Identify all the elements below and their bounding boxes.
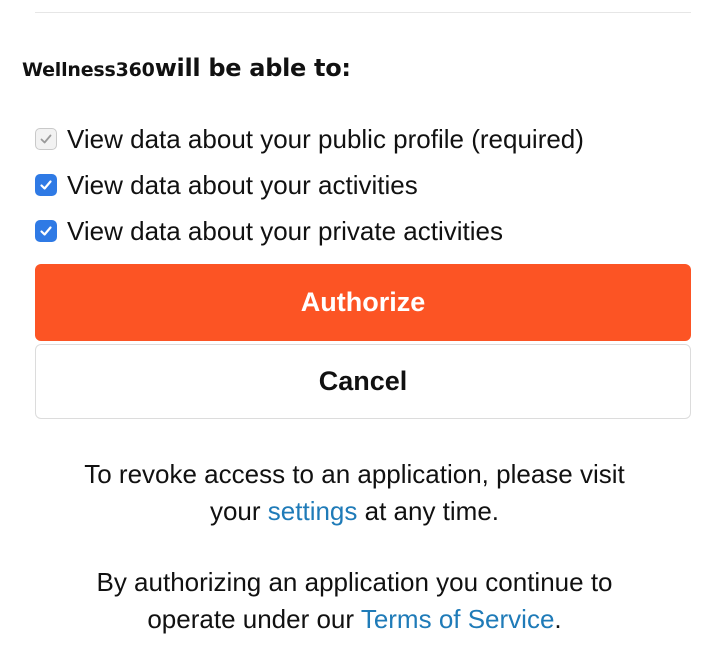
permission-item-activities[interactable]: View data about your activities (35, 162, 695, 208)
app-name: Wellness360 (22, 59, 155, 81)
permission-label: View data about your private activities (67, 216, 503, 246)
permission-item-private-activities[interactable]: View data about your private activities (35, 208, 695, 254)
permission-checkbox-activities[interactable] (35, 174, 57, 196)
checkmark-icon (40, 134, 52, 144)
checkmark-icon (40, 226, 52, 236)
revoke-access-note: To revoke access to an application, plea… (0, 456, 709, 530)
permission-checkbox-private-activities[interactable] (35, 220, 57, 242)
terms-note-text-before: operate under our (147, 604, 361, 634)
permission-list: View data about your public profile (req… (35, 116, 695, 254)
permission-label: View data about your public profile (req… (67, 124, 584, 154)
checkmark-icon (40, 180, 52, 190)
revoke-note-text-after: at any time. (357, 496, 500, 526)
permission-label: View data about your activities (67, 170, 418, 200)
terms-note: By authorizing an application you contin… (0, 564, 709, 638)
authorize-button[interactable]: Authorize (35, 264, 691, 341)
top-divider (35, 12, 691, 13)
terms-note-text-after: . (554, 604, 562, 634)
revoke-note-line1: To revoke access to an application, plea… (84, 459, 625, 489)
heading-suffix: will be able to: (154, 54, 351, 82)
permission-checkbox-public-profile (35, 128, 57, 150)
terms-of-service-link[interactable]: Terms of Service (361, 604, 555, 634)
revoke-note-text-before: your (209, 496, 268, 526)
permission-item-public-profile: View data about your public profile (req… (35, 116, 695, 162)
cancel-button[interactable]: Cancel (35, 344, 691, 419)
revoke-note-line2: your settings at any time. (0, 493, 709, 530)
authorization-heading: Wellness360 will be able to: (22, 54, 351, 86)
settings-link[interactable]: settings (268, 496, 358, 526)
terms-note-line1: By authorizing an application you contin… (96, 567, 613, 597)
terms-note-line2: operate under our Terms of Service. (0, 601, 709, 638)
